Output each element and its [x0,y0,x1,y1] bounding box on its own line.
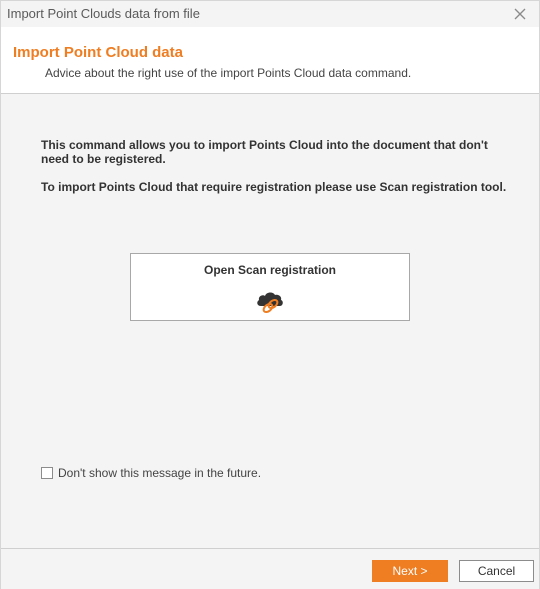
page-subtitle: Advice about the right use of the import… [45,66,412,80]
cancel-button[interactable]: Cancel [459,560,534,582]
import-dialog: Import Point Clouds data from file Impor… [0,0,540,589]
close-icon[interactable] [511,5,529,23]
window-title: Import Point Clouds data from file [7,6,200,21]
info-paragraph: This command allows you to import Points… [41,138,488,166]
page-title: Import Point Cloud data [13,44,183,61]
cloud-link-icon [254,288,288,316]
title-bar: Import Point Clouds data from file [1,1,539,27]
dialog-header: Import Point Cloud data Advice about the… [1,27,539,94]
scan-button-label: Open Scan registration [203,263,337,277]
dialog-content: This command allows you to import Points… [1,94,539,548]
registration-hint: To import Points Cloud that require regi… [41,180,507,194]
open-scan-registration-button[interactable]: Open Scan registration [130,253,410,321]
next-button[interactable]: Next > [372,560,448,582]
dont-show-again-checkbox[interactable] [41,467,53,479]
dont-show-again-label: Don't show this message in the future. [58,466,262,480]
dialog-footer: Next > Cancel [1,548,539,589]
